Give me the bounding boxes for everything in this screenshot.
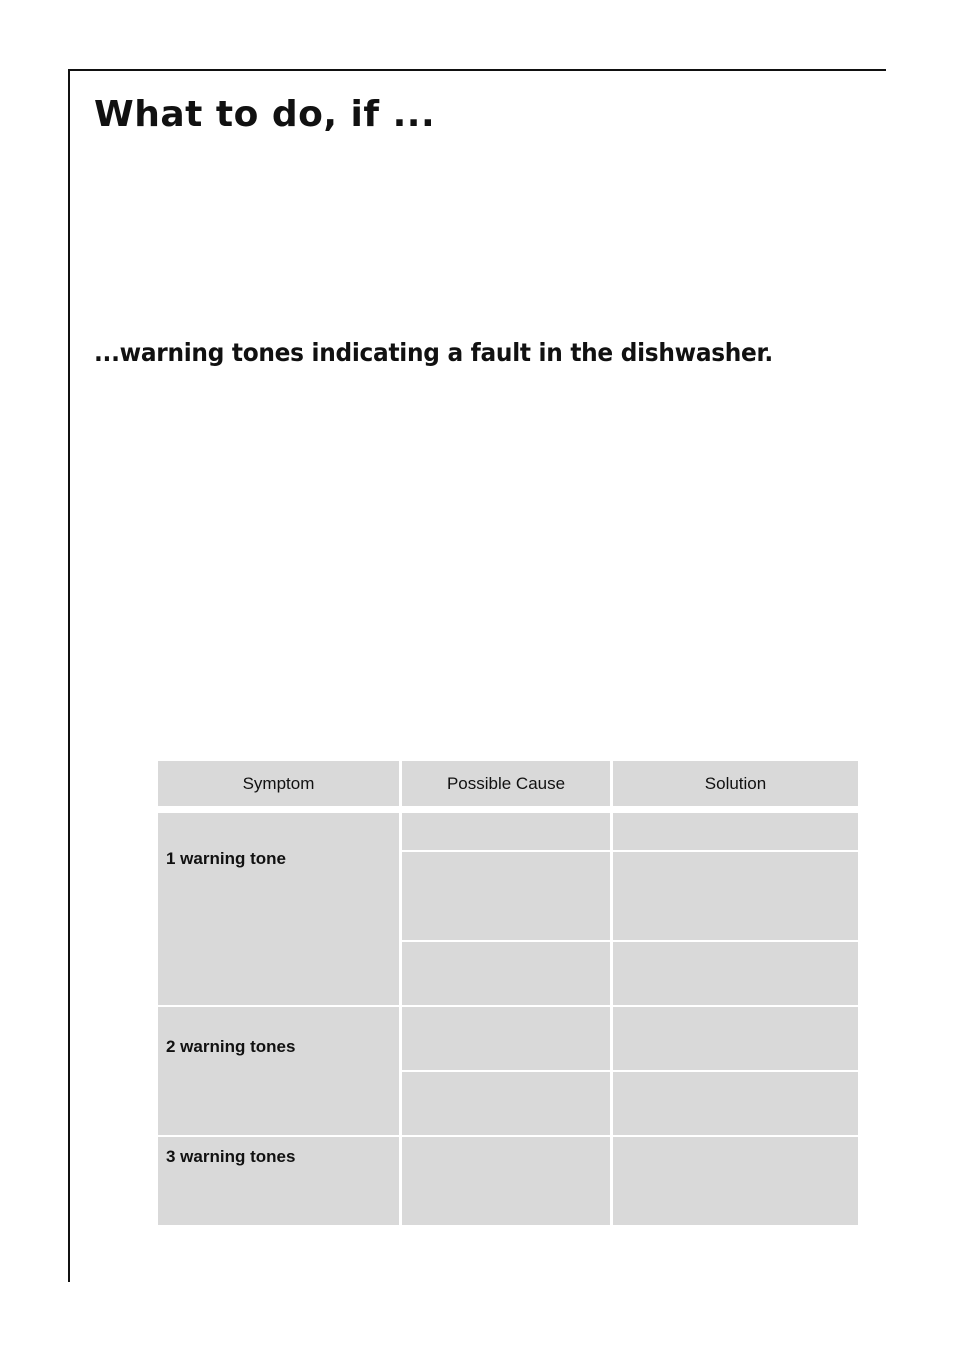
left-rule bbox=[68, 69, 70, 1282]
top-rule bbox=[68, 69, 886, 71]
header-symptom: Symptom bbox=[158, 761, 399, 806]
cause-cell bbox=[402, 813, 610, 850]
symptom-label: 3 warning tones bbox=[166, 1147, 296, 1166]
header-solution: Solution bbox=[613, 761, 858, 806]
page-title: What to do, if ... bbox=[94, 94, 436, 135]
solution-cell bbox=[613, 1137, 858, 1225]
section-subtitle: ...warning tones indicating a fault in t… bbox=[94, 338, 773, 367]
solution-cell bbox=[613, 1007, 858, 1070]
solution-cell bbox=[613, 1072, 858, 1135]
header-possible-cause: Possible Cause bbox=[402, 761, 610, 806]
solution-cell bbox=[613, 813, 858, 850]
symptom-cell-2: 2 warning tones bbox=[158, 1007, 399, 1135]
cause-cell bbox=[402, 1007, 610, 1070]
cause-cell bbox=[402, 1072, 610, 1135]
cause-cell bbox=[402, 852, 610, 940]
symptom-cell-3: 3 warning tones bbox=[158, 1137, 399, 1225]
cause-cell bbox=[402, 942, 610, 1005]
cause-cell bbox=[402, 1137, 610, 1225]
solution-cell bbox=[613, 942, 858, 1005]
symptom-label: 2 warning tones bbox=[166, 1037, 296, 1056]
solution-cell bbox=[613, 852, 858, 940]
symptom-label: 1 warning tone bbox=[166, 849, 286, 868]
symptom-cell-1: 1 warning tone bbox=[158, 813, 399, 1005]
